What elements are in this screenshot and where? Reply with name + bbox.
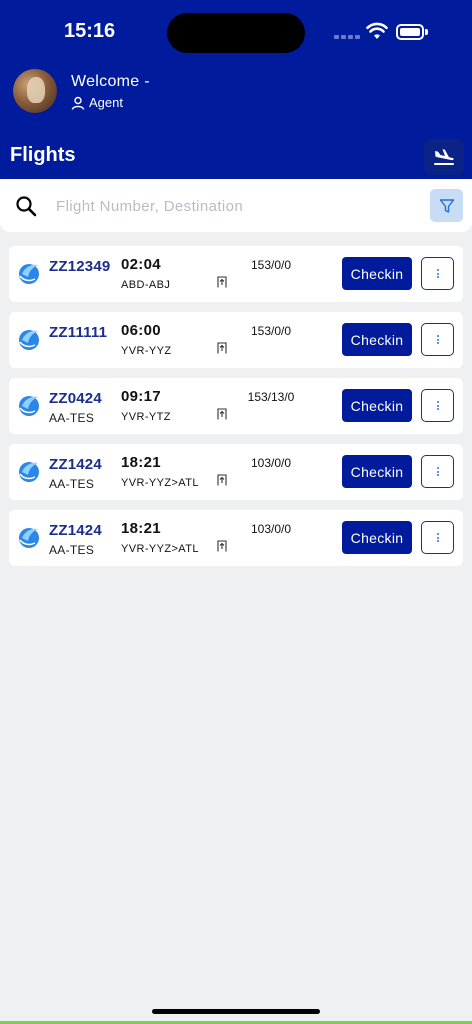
more-options-button[interactable] [421,323,454,356]
gate-icon [217,276,227,288]
flight-time: 18:21 [121,520,161,537]
airline-logo-icon [19,330,39,350]
home-indicator[interactable] [152,1009,320,1014]
airline-logo-icon [19,462,39,482]
status-time: 15:16 [64,20,116,42]
flight-time: 02:04 [121,256,161,273]
search-input[interactable] [56,191,416,221]
page-title: Flights [10,144,76,166]
passenger-count: 103/0/0 [250,522,292,536]
flight-card[interactable]: ZZ1424 AA-TES 18:21 YVR-YYZ>ATL 103/0/0 … [9,444,463,500]
flight-aircraft: AA-TES [49,543,95,557]
filter-icon [439,198,454,213]
flight-aircraft: AA-TES [49,411,95,425]
flight-time: 06:00 [121,322,161,339]
gate-icon [217,474,227,486]
more-vertical-icon [436,334,439,346]
flight-route: ABD-ABJ [121,279,171,291]
flight-number: ZZ11111 [49,324,108,341]
airline-logo-icon [19,528,39,548]
flight-route: YVR-YYZ>ATL [121,543,199,555]
checkin-button[interactable]: Checkin [342,455,412,488]
user-role: Agent [71,95,123,110]
more-vertical-icon [436,400,439,412]
battery-icon [396,24,428,40]
airline-logo-icon [19,396,39,416]
search-icon[interactable] [15,195,37,217]
filter-button[interactable] [430,189,463,222]
flight-time: 18:21 [121,454,161,471]
more-options-button[interactable] [421,521,454,554]
gate-icon [217,540,227,552]
flight-number: ZZ1424 [49,456,102,473]
wifi-icon [366,22,388,39]
more-options-button[interactable] [421,389,454,422]
app-header: 15:16 Welcome - Agent Flights [0,0,472,179]
landing-button[interactable] [424,139,464,175]
user-icon [71,96,85,110]
flight-list: ZZ12349 02:04 ABD-ABJ 153/0/0 Checkin ZZ… [9,246,463,576]
flight-card[interactable]: ZZ0424 AA-TES 09:17 YVR-YTZ 153/13/0 Che… [9,378,463,434]
dynamic-island [167,13,305,53]
checkin-button[interactable]: Checkin [342,323,412,356]
flight-number: ZZ1424 [49,522,102,539]
flight-card[interactable]: ZZ12349 02:04 ABD-ABJ 153/0/0 Checkin [9,246,463,302]
checkin-button[interactable]: Checkin [342,389,412,422]
role-label: Agent [89,95,123,110]
gate-icon [217,408,227,420]
more-options-button[interactable] [421,455,454,488]
flight-time: 09:17 [121,388,161,405]
flight-card[interactable]: ZZ11111 06:00 YVR-YYZ 153/0/0 Checkin [9,312,463,368]
checkin-button[interactable]: Checkin [342,521,412,554]
more-vertical-icon [436,532,439,544]
flight-card[interactable]: ZZ1424 AA-TES 18:21 YVR-YYZ>ATL 103/0/0 … [9,510,463,566]
flight-number: ZZ12349 [49,258,111,275]
passenger-count: 153/0/0 [250,324,292,338]
passenger-count: 103/0/0 [250,456,292,470]
more-vertical-icon [436,268,439,280]
flight-aircraft: AA-TES [49,477,95,491]
airline-logo-icon [19,264,39,284]
flight-route: YVR-YYZ [121,345,172,357]
avatar[interactable] [13,69,57,113]
flight-route: YVR-YYZ>ATL [121,477,199,489]
more-vertical-icon [436,466,439,478]
welcome-text: Welcome - [71,73,150,90]
more-options-button[interactable] [421,257,454,290]
passenger-count: 153/13/0 [247,390,295,404]
cellular-signal-icon [334,35,360,39]
flight-number: ZZ0424 [49,390,102,407]
checkin-button[interactable]: Checkin [342,257,412,290]
airplane-landing-icon [434,149,454,165]
gate-icon [217,342,227,354]
passenger-count: 153/0/0 [250,258,292,272]
flight-route: YVR-YTZ [121,411,171,423]
